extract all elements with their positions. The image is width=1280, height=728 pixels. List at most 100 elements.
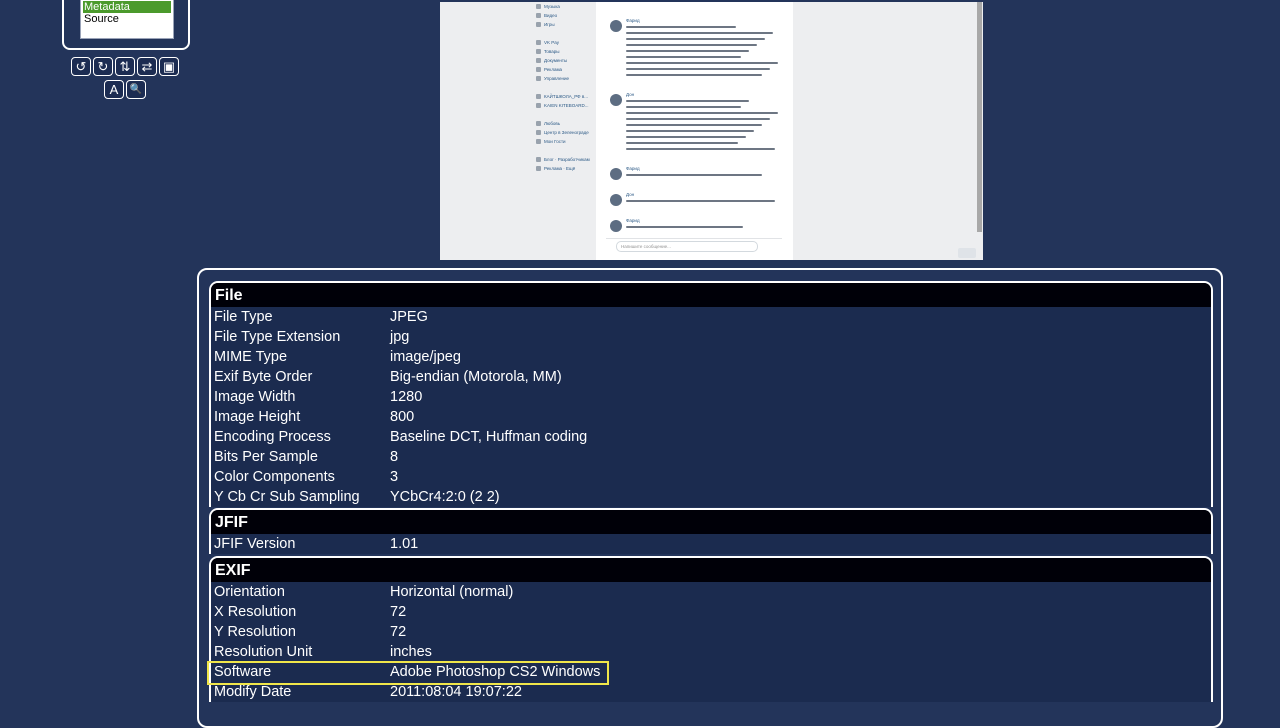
preview-sidebar-item: Музыка — [536, 2, 592, 11]
section-file: File File Type JPEG File Type Extension jpg M… — [209, 281, 1213, 507]
menu-item-source[interactable]: Source — [81, 13, 173, 25]
preview-message-line — [626, 148, 775, 150]
metadata-value: jpg — [390, 329, 410, 345]
preview-avatar — [610, 94, 622, 106]
section-jfif: JFIF JFIF Version 1.01 — [209, 508, 1213, 554]
section-rows: JFIF Version 1.01 — [211, 534, 1211, 554]
preview-corner-badge — [958, 248, 976, 258]
metadata-key: JFIF Version — [214, 536, 296, 552]
metadata-key: Image Height — [214, 409, 301, 425]
section-rows: File Type JPEG File Type Extension jpg MIME … — [211, 307, 1211, 507]
metadata-key: Resolution Unit — [214, 644, 313, 660]
text-icon: A — [109, 82, 119, 97]
metadata-key: Modify Date — [214, 684, 292, 700]
preview-message-line — [626, 174, 762, 176]
preview-message-line — [626, 130, 754, 132]
metadata-row: Software Adobe Photoshop CS2 Windows — [211, 662, 1211, 682]
section-title: JFIF — [211, 510, 1211, 534]
section-exif: EXIF Orientation Horizontal (normal) X Reso… — [209, 556, 1213, 702]
preview-sidebar-icon — [536, 130, 541, 135]
preview-sidebar-item: КАЙТШКОЛА_РФ в... — [536, 92, 592, 101]
metadata-row: Modify Date 2011:08:04 19:07:22 — [211, 682, 1211, 702]
preview-message-author: Фарид — [626, 18, 640, 23]
metadata-value: Baseline DCT, Huffman coding — [390, 429, 588, 445]
preview-sidebar-item: KAIEN KITEBOARD... — [536, 101, 592, 110]
section-title: File — [211, 283, 1211, 307]
metadata-row: JFIF Version 1.01 — [211, 534, 1211, 554]
preview-sidebar-label: Управление — [544, 76, 570, 81]
zoom-button[interactable]: 🔍 — [126, 80, 146, 99]
preview-avatar — [610, 220, 622, 232]
metadata-row: MIME Type image/jpeg — [211, 347, 1211, 367]
preview-sidebar-icon — [536, 22, 541, 27]
preview-input: Напишите сообщение... — [616, 241, 758, 252]
metadata-key: MIME Type — [214, 349, 288, 365]
preview-sidebar-label: VK Pay — [544, 40, 560, 45]
preview-message-author: Дон — [626, 192, 635, 197]
preview-sidebar-icon — [536, 13, 541, 18]
preview-message-line — [626, 50, 749, 52]
preview-sidebar-item: VK Pay — [536, 38, 592, 47]
preview-avatar — [610, 20, 622, 32]
rotate-left-button[interactable]: ↺ — [71, 57, 91, 76]
preview-sidebar-label: КАЙТШКОЛА_РФ в... — [544, 94, 588, 99]
metadata-key: Bits Per Sample — [214, 449, 318, 465]
preview-sidebar-item: Реклама · Ещё — [536, 164, 592, 173]
metadata-row: File Type JPEG — [211, 307, 1211, 327]
preview-input-placeholder: Напишите сообщение... — [621, 244, 671, 249]
preview-message-line — [626, 200, 775, 202]
metadata-value: Big-endian (Motorola, MM) — [390, 369, 562, 385]
text-button[interactable]: A — [104, 80, 124, 99]
flip-vertical-button[interactable]: ⇅ — [115, 57, 135, 76]
frame-button[interactable]: ▣ — [159, 57, 179, 76]
preview-sidebar-label: Мои Гости — [544, 139, 566, 144]
preview-sidebar-item: Документы — [536, 56, 592, 65]
preview-sidebar-item — [536, 29, 592, 38]
preview-message-line — [626, 56, 741, 58]
menu-item-metadata[interactable]: Metadata — [83, 1, 171, 13]
preview-message-line — [626, 124, 762, 126]
metadata-row: Color Components 3 — [211, 467, 1211, 487]
flip-horizontal-button[interactable]: ⇄ — [137, 57, 157, 76]
preview-sidebar-label: Блог · Разработчикам — [544, 157, 590, 162]
metadata-row: Image Width 1280 — [211, 387, 1211, 407]
preview-sidebar-label: Документы — [544, 58, 568, 63]
preview-sidebar-item: Реклама — [536, 65, 592, 74]
metadata-key: Y Cb Cr Sub Sampling — [214, 489, 360, 505]
preview-sidebar-item: Любовь — [536, 119, 592, 128]
preview-message-line — [626, 62, 778, 64]
flip-horizontal-icon: ⇄ — [141, 58, 153, 74]
preview-sidebar-item: Товары — [536, 47, 592, 56]
metadata-key: File Type Extension — [214, 329, 341, 345]
preview-sidebar-icon — [536, 121, 541, 126]
preview-sidebar-icon — [536, 58, 541, 63]
metadata-row: Y Cb Cr Sub Sampling YCbCr4:2:0 (2 2) — [211, 487, 1211, 507]
rotate-right-icon: ↻ — [97, 58, 109, 74]
metadata-value: 3 — [390, 469, 399, 485]
preview-sidebar-label: Музыка — [544, 4, 560, 9]
view-menu-list: Metadata Source — [80, 0, 174, 39]
preview-message-line — [626, 38, 765, 40]
preview-sidebar-icon — [536, 166, 541, 171]
preview-sidebar-item: Мои Гости — [536, 137, 592, 146]
metadata-key: File Type — [214, 309, 273, 325]
metadata-key: Y Resolution — [214, 624, 296, 640]
preview-sidebar-item — [536, 146, 592, 155]
metadata-row: Image Height 800 — [211, 407, 1211, 427]
preview-scrollbar — [977, 2, 982, 232]
preview-sidebar-label: Любовь — [544, 121, 561, 126]
rotate-right-button[interactable]: ↻ — [93, 57, 113, 76]
preview-sidebar-label: Реклама · Ещё — [544, 166, 576, 171]
preview-sidebar: Музыка Видео Игры VK Pay Товары Документы Рекл… — [536, 2, 592, 260]
metadata-value: Adobe Photoshop CS2 Windows — [390, 664, 601, 680]
preview-chat: Напишите сообщение... Фарид Дон Фарид Дон Фа… — [596, 2, 793, 260]
metadata-row: Resolution Unit inches — [211, 642, 1211, 662]
section-rows: Orientation Horizontal (normal) X Resoluti… — [211, 582, 1211, 702]
preview-message-line — [626, 32, 773, 34]
metadata-key: Color Components — [214, 469, 335, 485]
preview-message-author: Фарид — [626, 166, 640, 171]
preview-message-line — [626, 26, 736, 28]
image-preview: Музыка Видео Игры VK Pay Товары Документы Рекл… — [440, 2, 983, 260]
preview-sidebar-item — [536, 83, 592, 92]
metadata-value: 800 — [390, 409, 415, 425]
